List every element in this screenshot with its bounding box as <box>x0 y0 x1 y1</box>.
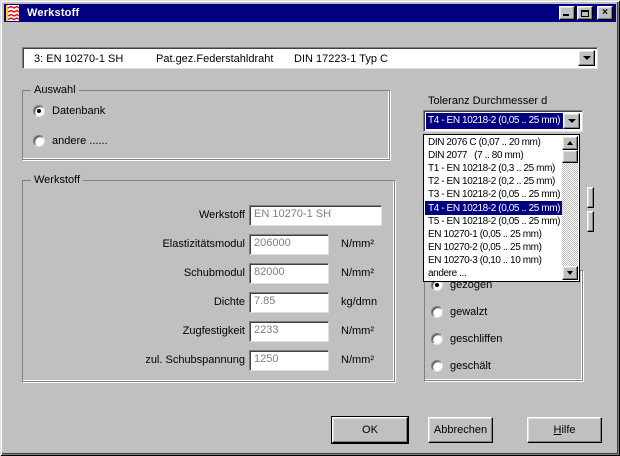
tolerance-label: Toleranz Durchmesser d <box>428 95 547 107</box>
schubmodul-label: Schubmodul <box>33 263 245 284</box>
ok-button-label: OK <box>362 424 378 436</box>
field-row-zugfestigkeit: Zugfestigkeit 2233 N/mm² <box>23 321 394 342</box>
list-item[interactable]: T1 - EN 10218-2 (0,3 .. 25 mm) <box>425 162 562 175</box>
emodul-input[interactable]: 206000 <box>249 234 329 255</box>
dichte-unit: kg/dmn <box>341 292 377 313</box>
radio-gewalzt-label: gewalzt <box>450 306 487 318</box>
emodul-unit: N/mm² <box>341 234 374 255</box>
field-row-dichte: Dichte 7.85 kg/dmn <box>23 292 394 313</box>
list-item[interactable]: EN 10270-1 (0,05 .. 25 mm) <box>425 228 562 241</box>
chevron-down-icon <box>583 56 591 60</box>
close-icon: × <box>602 8 608 18</box>
scroll-up-button[interactable] <box>562 136 578 150</box>
material-norm: DIN 17223-1 Typ C <box>294 53 388 65</box>
hidden-control-fragment <box>587 211 594 232</box>
radio-geschaelt-label: geschält <box>450 360 491 372</box>
radio-datenbank[interactable]: Datenbank <box>33 105 105 117</box>
tolerance-combobox-arrow[interactable] <box>563 113 580 129</box>
radio-icon <box>431 360 443 372</box>
auswahl-group-title: Auswahl <box>31 84 79 96</box>
werkstoff-group: Werkstoff Werkstoff EN 10270-1 SH Elasti… <box>22 180 395 382</box>
ok-button[interactable]: OK <box>332 417 408 443</box>
schubmodul-unit: N/mm² <box>341 263 374 284</box>
help-button[interactable]: Hilfe <box>527 417 602 443</box>
list-item[interactable]: T3 - EN 10218-2 (0,05 .. 25 mm) <box>425 188 562 201</box>
werkstoff-group-title: Werkstoff <box>31 174 83 186</box>
surface-group: gezogen gewalzt geschliffen geschält <box>424 270 583 381</box>
scroll-down-button[interactable] <box>562 266 578 280</box>
field-row-schubmodul: Schubmodul 82000 N/mm² <box>23 263 394 284</box>
radio-icon <box>33 135 45 147</box>
radio-andere[interactable]: andere ...... <box>33 135 108 147</box>
maximize-icon <box>581 10 589 17</box>
dichte-label: Dichte <box>33 292 245 313</box>
emodul-label: Elastizitätsmodul <box>33 234 245 255</box>
list-item[interactable]: DIN 2077 (7 .. 80 mm) <box>425 149 562 162</box>
cancel-button-label: Abbrechen <box>434 424 487 436</box>
zugfestigkeit-input[interactable]: 2233 <box>249 321 329 342</box>
zugfestigkeit-unit: N/mm² <box>341 321 374 342</box>
chevron-up-icon <box>567 141 573 145</box>
window-title: Werkstoff <box>27 7 79 19</box>
radio-icon <box>33 105 45 117</box>
schubspannung-label: zul. Schubspannung <box>33 350 245 371</box>
material-combobox-text: 3: EN 10270-1 SH Pat.gez.Federstahldraht… <box>25 50 578 66</box>
dichte-input[interactable]: 7.85 <box>249 292 329 313</box>
radio-gewalzt[interactable]: gewalzt <box>431 306 487 318</box>
help-button-label: Hilfe <box>553 424 575 436</box>
radio-geschliffen-label: geschliffen <box>450 333 502 345</box>
minimize-button[interactable] <box>559 6 575 20</box>
werkstoff-input[interactable]: EN 10270-1 SH <box>249 205 382 226</box>
list-item[interactable]: EN 10270-3 (0,10 .. 10 mm) <box>425 254 562 267</box>
material-id: 3: EN 10270-1 SH <box>34 53 123 65</box>
material-combobox[interactable]: 3: EN 10270-1 SH Pat.gez.Federstahldraht… <box>22 47 598 69</box>
list-item[interactable]: EN 10270-2 (0,05 .. 25 mm) <box>425 241 562 254</box>
list-item-selected[interactable]: T4 - EN 10218-2 (0,05 .. 25 mm) <box>425 201 562 214</box>
tolerance-selected-value: T4 - EN 10218-2 (0,05 .. 25 mm) <box>426 113 563 129</box>
dropdown-scrollbar[interactable] <box>562 136 578 280</box>
schubspannung-input[interactable]: 1250 <box>249 350 329 371</box>
werkstoff-dialog: Werkstoff × 3: EN 10270-1 SH Pat.gez.Fed… <box>0 0 620 456</box>
schubmodul-input[interactable]: 82000 <box>249 263 329 284</box>
radio-icon <box>431 333 443 345</box>
spring-icon <box>6 5 22 21</box>
radio-geschaelt[interactable]: geschält <box>431 360 491 372</box>
titlebar[interactable]: Werkstoff × <box>4 4 616 22</box>
radio-andere-label: andere ...... <box>52 135 108 147</box>
list-item[interactable]: T2 - EN 10218-2 (0,2 .. 25 mm) <box>425 175 562 188</box>
chevron-down-icon <box>568 119 576 123</box>
material-description: Pat.gez.Federstahldraht <box>156 53 273 65</box>
auswahl-group: Auswahl Datenbank andere ...... <box>22 90 390 160</box>
cancel-button[interactable]: Abbrechen <box>428 417 493 443</box>
hidden-control-fragment <box>587 187 594 208</box>
field-row-emodul: Elastizitätsmodul 206000 N/mm² <box>23 234 394 255</box>
field-row-schubspannung: zul. Schubspannung 1250 N/mm² <box>23 350 394 371</box>
field-row-werkstoff: Werkstoff EN 10270-1 SH <box>23 205 394 226</box>
radio-geschliffen[interactable]: geschliffen <box>431 333 502 345</box>
list-item[interactable]: T5 - EN 10218-2 (0,05 .. 25 mm) <box>425 215 562 228</box>
maximize-button[interactable] <box>577 6 593 20</box>
list-item[interactable]: andere ... <box>425 267 562 280</box>
schubspannung-unit: N/mm² <box>341 350 374 371</box>
scrollbar-thumb[interactable] <box>562 150 578 163</box>
list-item[interactable]: DIN 2076 C (0,07 .. 20 mm) <box>425 136 562 149</box>
werkstoff-label: Werkstoff <box>33 205 245 226</box>
tolerance-dropdown-list: DIN 2076 C (0,07 .. 20 mm) DIN 2077 (7 .… <box>423 134 580 282</box>
material-combobox-arrow[interactable] <box>578 50 595 66</box>
zugfestigkeit-label: Zugfestigkeit <box>33 321 245 342</box>
minimize-icon <box>563 14 569 16</box>
chevron-down-icon <box>567 271 573 275</box>
close-button[interactable]: × <box>597 6 613 20</box>
tolerance-combobox[interactable]: T4 - EN 10218-2 (0,05 .. 25 mm) <box>423 110 583 132</box>
radio-icon <box>431 306 443 318</box>
radio-datenbank-label: Datenbank <box>52 105 105 117</box>
